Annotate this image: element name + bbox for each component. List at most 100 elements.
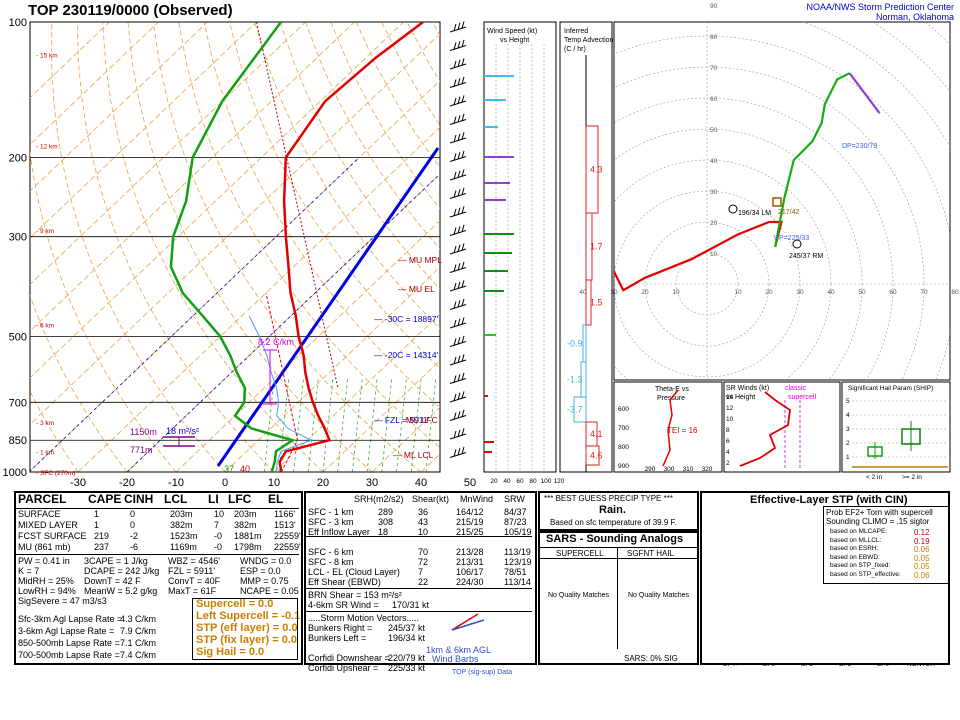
theta-p-label: 700 [618, 425, 629, 432]
thermo-cell: K = 7 [18, 566, 40, 576]
hodo-ring-label: 80 [710, 34, 718, 41]
kin-cell: 123/19 [504, 557, 532, 567]
wind-tick: 120 [554, 478, 565, 485]
temp-tick-label: 20 [317, 477, 329, 489]
parcel-cell: -0 [214, 542, 223, 552]
thermo-cell: MMP = 0.75 [240, 576, 289, 586]
pressure-label: 300 [9, 232, 27, 244]
wind-tick: 100 [541, 478, 552, 485]
hodo-axis-label: 10 [734, 289, 742, 296]
kin-cell: 289 [378, 507, 394, 517]
sars-sep [539, 547, 697, 548]
parcel-cell: 0 [130, 520, 136, 530]
srw-h-label: 14 [726, 394, 734, 401]
wind-title-2: vs Height [500, 37, 529, 44]
kinematic-table: SRH(m2/s2) Shear(kt) MnWind SRW SFC - 1 km 28… [306, 494, 536, 673]
parcel-cell: 10 [214, 509, 225, 519]
precip-value: Rain. [599, 504, 626, 516]
lapse-value: 7.1 C/km [120, 638, 157, 648]
adv-value: 4.3 [590, 165, 603, 175]
kin-cell: 224/30 [456, 577, 484, 587]
hodo-ring-label: 90 [710, 3, 718, 10]
hodo-lm: 196/34 LM [738, 210, 771, 217]
ship-title: Significant Hail Param (SHIP) [848, 385, 933, 392]
storm-label: Corfidi Upshear = [308, 663, 379, 673]
kin-cell: SFC - 3 km [308, 517, 354, 527]
adv-value: -3.7 [567, 405, 583, 415]
parcel-header: CINH [124, 492, 154, 506]
thermo-cell: MaxT = 61F [168, 586, 217, 596]
ship-panel: Significant Hail Param (SHIP) 5 4 3 2 1 < 2 in… [841, 381, 951, 481]
parcel-header: EL [268, 492, 284, 506]
theta-title-1: Theta-E vs [655, 386, 689, 393]
pressure-label: 1000 [3, 467, 27, 479]
parcel-sep [16, 554, 299, 555]
ship-lt2: < 2 in [866, 474, 882, 481]
kin-cell: Eff Shear (EBWD) [308, 577, 381, 587]
parcel-cell: 22559' [274, 542, 301, 552]
parcel-header: LCL [164, 492, 188, 506]
sars-sig: SARS: 0% SIG [624, 654, 678, 663]
pressure-label: 850 [9, 435, 27, 447]
lapse-label: 700-500mb Lapse Rate = [18, 650, 120, 660]
storm-value: 245/37 kt [388, 623, 426, 633]
theta-p-label: 800 [618, 444, 629, 451]
lapse-value: 7.4 C/km [120, 650, 157, 660]
storm-value: 196/34 kt [388, 633, 426, 643]
pressure-label: 500 [9, 332, 27, 344]
kin-cell: SFC - 1 km [308, 507, 354, 517]
parcel-cell: 0 [130, 509, 136, 519]
adv-value: 1.5 [590, 298, 603, 308]
wind-tick: 80 [529, 478, 537, 485]
parcel-cell: -6 [130, 542, 139, 552]
temp-advection-panel: Inferred Temp Advection (C / hr) 4.3 1.7 1.5 -… [559, 21, 614, 473]
hodo-axis-label: 40 [827, 289, 835, 296]
sars-col-hail: SGFNT HAIL [627, 549, 674, 558]
stp-prob-box [823, 506, 949, 584]
barb-1km [451, 613, 479, 631]
theta-tei: TEI = 16 [667, 426, 698, 435]
kin-cell: 36 [418, 507, 429, 517]
pressure-label: 100 [9, 17, 27, 29]
thermo-cell: MidRH = 25% [18, 576, 74, 586]
barb-icon [451, 613, 485, 631]
storm-label: Bunkers Right = [308, 623, 373, 633]
hodo-neg-label: 30 [610, 289, 618, 296]
adv-title-3: (C / hr) [564, 46, 586, 53]
hodo-axis-label: 60 [889, 289, 897, 296]
parcel-cell: 219 [94, 531, 110, 541]
adv-title-1: Inferred [564, 28, 588, 35]
thermo-cell: WBZ = 4546' [168, 556, 220, 566]
sars-col-supercell: SUPERCELL [556, 549, 604, 558]
pressure-label: 700 [9, 397, 27, 409]
srw-h-label: 2 [726, 460, 730, 467]
hodo-ring-label: 30 [710, 189, 718, 196]
precip-note: Based on sfc temperature of 39.9 F. [550, 518, 677, 527]
parcel-cell: 1 [94, 509, 100, 519]
brn-shear: BRN Shear = 153 m²/s² [308, 590, 402, 600]
kin-cell: 70 [418, 547, 429, 557]
lapse-label: 850-500mb Lapse Rate = [18, 638, 120, 648]
barbs-label: Wind Barbs [432, 654, 479, 664]
severe-param-box [192, 598, 298, 660]
sars-sep-2 [539, 558, 697, 559]
srw-h-label: 10 [726, 416, 734, 423]
parcel-cell: 7 [214, 520, 220, 530]
parcel-table: PARCEL CAPE CINH LCL LI LFC EL SURFACE 1 0 203m 10 2… [16, 492, 301, 662]
sounding-display: TOP 230119/0000 (Observed) NOAA/NWS Stor… [0, 0, 960, 720]
hodo-ring-label: 40 [710, 158, 718, 165]
kin-cell: 213/31 [456, 557, 484, 567]
parcel-cell: 1169m [170, 542, 197, 552]
hodo-axis-label: 20 [765, 289, 773, 296]
wind-tick: 40 [503, 478, 511, 485]
kin-header: SRW [504, 494, 525, 504]
storm-label: Corfidi Downshear = [308, 653, 390, 663]
hodo-axis-label: 30 [796, 289, 804, 296]
kin-cell: 113/14 [504, 577, 531, 587]
storm-value: 225/33 kt [388, 663, 426, 673]
parcel-cell: 22559' [274, 531, 301, 541]
kin-cell: 106/17 [456, 567, 484, 577]
srw-h-label: 6 [726, 438, 730, 445]
theta-p-label: 900 [618, 463, 629, 470]
kin-header: SRH(m2/s2) [354, 494, 404, 504]
